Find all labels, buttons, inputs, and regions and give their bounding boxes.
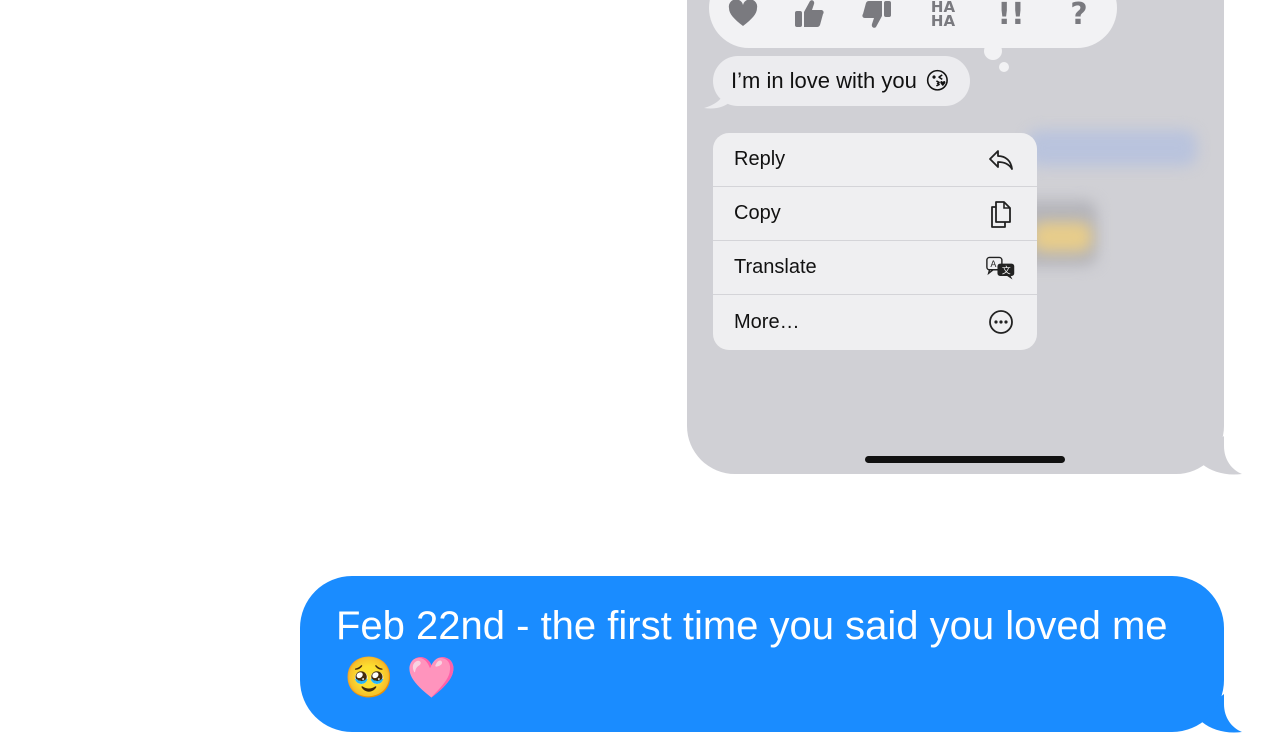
thumbs-up-icon[interactable] bbox=[791, 0, 827, 32]
menu-item-label: Copy bbox=[734, 202, 781, 224]
tapback-bubble-dot bbox=[984, 42, 1002, 60]
question-icon[interactable]: ? bbox=[1061, 0, 1097, 32]
more-icon bbox=[986, 307, 1016, 337]
received-message-text: I’m in love with you bbox=[731, 68, 917, 93]
exclamation-icon[interactable]: !! bbox=[993, 0, 1029, 32]
haha-bottom-text: HA bbox=[930, 12, 956, 30]
screenshot-image-message[interactable]: HA HA !! ? I’m in love with you 😘 Reply bbox=[687, 0, 1224, 474]
translate-icon: A 文 bbox=[986, 253, 1016, 283]
blurred-bubble-bg bbox=[1027, 130, 1197, 166]
menu-item-copy[interactable]: Copy bbox=[713, 187, 1037, 241]
menu-item-label: Translate bbox=[734, 256, 817, 278]
messages-conversation: HA HA !! ? I’m in love with you 😘 Reply bbox=[0, 0, 1284, 748]
menu-item-label: Reply bbox=[734, 148, 786, 170]
received-message-bubble[interactable]: I’m in love with you 😘 bbox=[713, 56, 970, 106]
menu-item-more[interactable]: More… bbox=[713, 295, 1037, 349]
menu-item-translate[interactable]: Translate A 文 bbox=[713, 241, 1037, 295]
sent-message-emojis: 🥹 🩷 bbox=[344, 655, 457, 701]
message-context-menu: Reply Copy Translate A 文 More… bbox=[713, 133, 1037, 350]
svg-text:文: 文 bbox=[1002, 264, 1011, 276]
image-bubble-tail bbox=[1196, 436, 1242, 475]
reply-icon bbox=[986, 145, 1016, 175]
heart-icon[interactable] bbox=[725, 0, 761, 32]
thumbs-down-icon[interactable] bbox=[859, 0, 895, 32]
menu-item-reply[interactable]: Reply bbox=[713, 133, 1037, 187]
tapback-bubble-dot bbox=[999, 62, 1009, 72]
kissing-face-emoji: 😘 bbox=[924, 67, 950, 95]
sent-message-bubble[interactable]: Feb 22nd - the first time you said you l… bbox=[300, 576, 1224, 732]
question-text: ? bbox=[1070, 0, 1088, 32]
blurred-emoji-bg bbox=[1032, 222, 1092, 252]
exclamation-text: !! bbox=[997, 0, 1025, 32]
svg-text:A: A bbox=[990, 260, 996, 270]
haha-icon[interactable]: HA HA bbox=[925, 0, 961, 32]
home-indicator bbox=[865, 456, 1065, 463]
sent-message-text: Feb 22nd - the first time you said you l… bbox=[336, 604, 1168, 648]
menu-item-label: More… bbox=[734, 310, 800, 333]
tapback-reaction-bar: HA HA !! ? bbox=[709, 0, 1117, 48]
copy-icon bbox=[986, 199, 1016, 229]
